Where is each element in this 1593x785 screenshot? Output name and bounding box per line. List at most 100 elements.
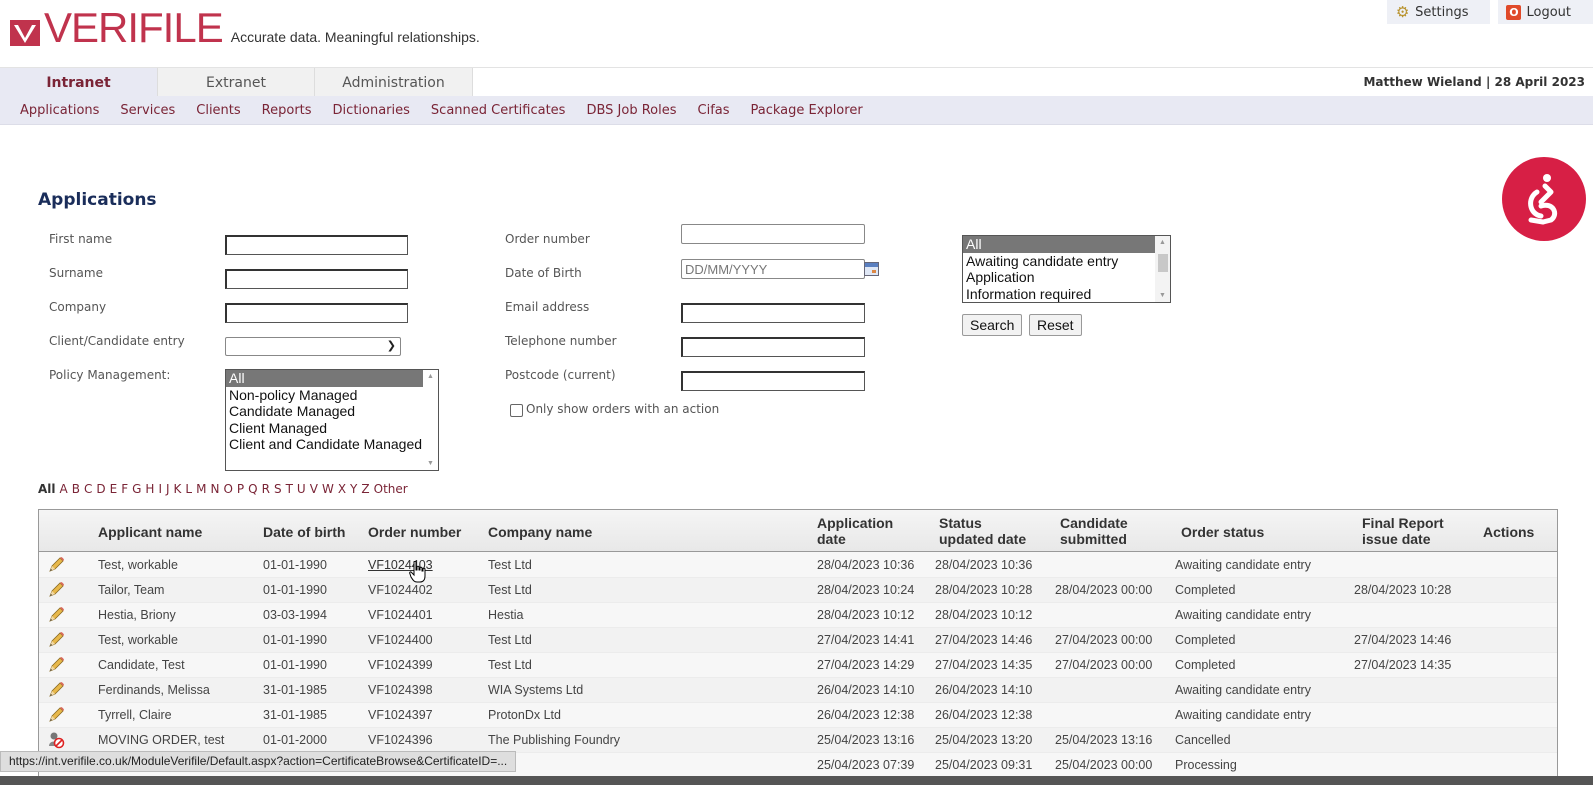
col-order-status[interactable]: Order status — [1181, 524, 1264, 540]
scroll-thumb[interactable] — [1158, 254, 1168, 272]
alpha-h[interactable]: H — [145, 482, 154, 496]
pencil-icon[interactable] — [47, 581, 65, 599]
alpha-x[interactable]: X — [338, 482, 346, 496]
tab-intranet[interactable]: Intranet — [0, 68, 157, 97]
table-row[interactable]: Tyrrell, Claire 31-01-1985 VF1024397 Proton… — [39, 703, 1557, 728]
subnav-package-explorer[interactable]: Package Explorer — [751, 103, 863, 118]
subnav-scanned-certificates[interactable]: Scanned Certificates — [431, 103, 566, 118]
verifile-logo[interactable]: VERIFILE Accurate data. Meaningful relat… — [10, 7, 480, 49]
company-input[interactable] — [225, 303, 408, 323]
pencil-icon[interactable] — [47, 681, 65, 699]
col-final-report-date[interactable]: Final Report issue date — [1362, 515, 1444, 547]
cell-order-number[interactable]: VF1024401 — [368, 608, 433, 622]
table-row[interactable]: MOVING ORDER, test 01-01-2000 VF1024396 The… — [39, 728, 1557, 753]
pencil-icon[interactable] — [47, 556, 65, 574]
policy-management-listbox[interactable]: All Non-policy Managed Candidate Managed… — [225, 369, 439, 471]
cell-order-number[interactable]: VF1024399 — [368, 658, 433, 672]
calendar-icon[interactable] — [864, 262, 879, 276]
policy-option-client-and-candidate[interactable]: Client and Candidate Managed — [226, 436, 438, 453]
client-candidate-entry-select[interactable]: ❯ — [225, 337, 401, 356]
col-date-of-birth[interactable]: Date of birth — [263, 524, 345, 540]
policy-scrollbar[interactable]: ▲ ▼ — [423, 370, 438, 470]
order-number-input[interactable] — [681, 224, 865, 244]
alpha-k[interactable]: K — [174, 482, 182, 496]
scroll-down-icon[interactable]: ▼ — [1155, 292, 1170, 299]
alpha-u[interactable]: U — [297, 482, 306, 496]
alpha-w[interactable]: W — [322, 482, 334, 496]
subnav-applications[interactable]: Applications — [20, 103, 99, 118]
scroll-up-icon[interactable]: ▲ — [423, 373, 438, 380]
alpha-t[interactable]: T — [286, 482, 293, 496]
cell-order-number[interactable]: VF1024398 — [368, 683, 433, 697]
telephone-input[interactable] — [681, 337, 865, 357]
cell-order-number[interactable]: VF1024402 — [368, 583, 433, 597]
alpha-g[interactable]: G — [132, 482, 141, 496]
alpha-n[interactable]: N — [210, 482, 219, 496]
table-row[interactable]: Test, workable 01-01-1990 VF1024400 Test Lt… — [39, 628, 1557, 653]
status-option-awaiting[interactable]: Awaiting candidate entry — [963, 253, 1170, 270]
col-status-updated-date[interactable]: Status updated date — [939, 515, 1026, 547]
alpha-v[interactable]: V — [310, 482, 318, 496]
pencil-icon[interactable] — [47, 631, 65, 649]
alpha-m[interactable]: M — [196, 482, 206, 496]
alpha-c[interactable]: C — [84, 482, 92, 496]
alpha-f[interactable]: F — [121, 482, 128, 496]
status-option-info-required[interactable]: Information required — [963, 286, 1170, 303]
subnav-reports[interactable]: Reports — [262, 103, 312, 118]
pencil-icon[interactable] — [47, 606, 65, 624]
col-application-date[interactable]: Application date — [817, 515, 893, 547]
alpha-e[interactable]: E — [110, 482, 118, 496]
status-option-all[interactable]: All — [963, 236, 1155, 253]
reset-button[interactable]: Reset — [1029, 314, 1082, 336]
table-row[interactable]: Tailor, Team 01-01-1990 VF1024402 Test Ltd 2… — [39, 578, 1557, 603]
col-company-name[interactable]: Company name — [488, 524, 592, 540]
policy-option-all[interactable]: All — [226, 370, 438, 387]
postcode-input[interactable] — [681, 371, 865, 391]
subnav-cifas[interactable]: Cifas — [698, 103, 730, 118]
status-option-application[interactable]: Application — [963, 269, 1170, 286]
subnav-services[interactable]: Services — [120, 103, 175, 118]
accessibility-button[interactable] — [1502, 157, 1586, 241]
alpha-i[interactable]: I — [158, 482, 162, 496]
alpha-l[interactable]: L — [185, 482, 192, 496]
alpha-s[interactable]: S — [274, 482, 282, 496]
alpha-j[interactable]: J — [166, 482, 170, 496]
only-action-checkbox[interactable] — [510, 404, 523, 417]
alpha-a[interactable]: A — [60, 482, 68, 496]
policy-option-non-policy[interactable]: Non-policy Managed — [226, 387, 438, 404]
policy-option-candidate[interactable]: Candidate Managed — [226, 403, 438, 420]
alpha-all[interactable]: All — [38, 482, 56, 496]
settings-link[interactable]: ⚙ Settings — [1387, 0, 1491, 24]
alpha-other[interactable]: Other — [374, 482, 408, 496]
pencil-icon[interactable] — [47, 656, 65, 674]
table-row[interactable]: Candidate, Test 01-01-1990 VF1024399 Test L… — [39, 653, 1557, 678]
col-candidate-submitted[interactable]: Candidate submitted — [1060, 515, 1128, 547]
table-row[interactable]: Ferdinands, Melissa 31-01-1985 VF1024398 WI… — [39, 678, 1557, 703]
tab-administration[interactable]: Administration — [314, 68, 473, 97]
status-scrollbar[interactable]: ▲ ▼ — [1155, 236, 1170, 302]
alpha-d[interactable]: D — [96, 482, 105, 496]
subnav-clients[interactable]: Clients — [196, 103, 240, 118]
surname-input[interactable] — [225, 269, 408, 289]
table-row[interactable]: Test, workable 01-01-1990 VF1024403 Test Lt… — [39, 553, 1557, 578]
scroll-down-icon[interactable]: ▼ — [423, 460, 438, 467]
cell-order-number[interactable]: VF1024400 — [368, 633, 433, 647]
alpha-o[interactable]: O — [223, 482, 232, 496]
pencil-icon[interactable] — [47, 706, 65, 724]
alpha-q[interactable]: Q — [248, 482, 257, 496]
col-applicant-name[interactable]: Applicant name — [98, 524, 202, 540]
email-input[interactable] — [681, 303, 865, 323]
cell-order-number[interactable]: VF1024396 — [368, 733, 433, 747]
alpha-r[interactable]: R — [262, 482, 270, 496]
subnav-dbs-job-roles[interactable]: DBS Job Roles — [586, 103, 676, 118]
cell-order-number[interactable]: VF1024397 — [368, 708, 433, 722]
alpha-b[interactable]: B — [72, 482, 80, 496]
subnav-dictionaries[interactable]: Dictionaries — [333, 103, 410, 118]
tab-extranet[interactable]: Extranet — [157, 68, 314, 97]
alpha-y[interactable]: Y — [350, 482, 357, 496]
alpha-p[interactable]: P — [237, 482, 244, 496]
col-order-number[interactable]: Order number — [368, 524, 461, 540]
status-listbox[interactable]: All Awaiting candidate entry Application… — [962, 235, 1171, 303]
scroll-up-icon[interactable]: ▲ — [1155, 239, 1170, 246]
first-name-input[interactable] — [225, 235, 408, 255]
